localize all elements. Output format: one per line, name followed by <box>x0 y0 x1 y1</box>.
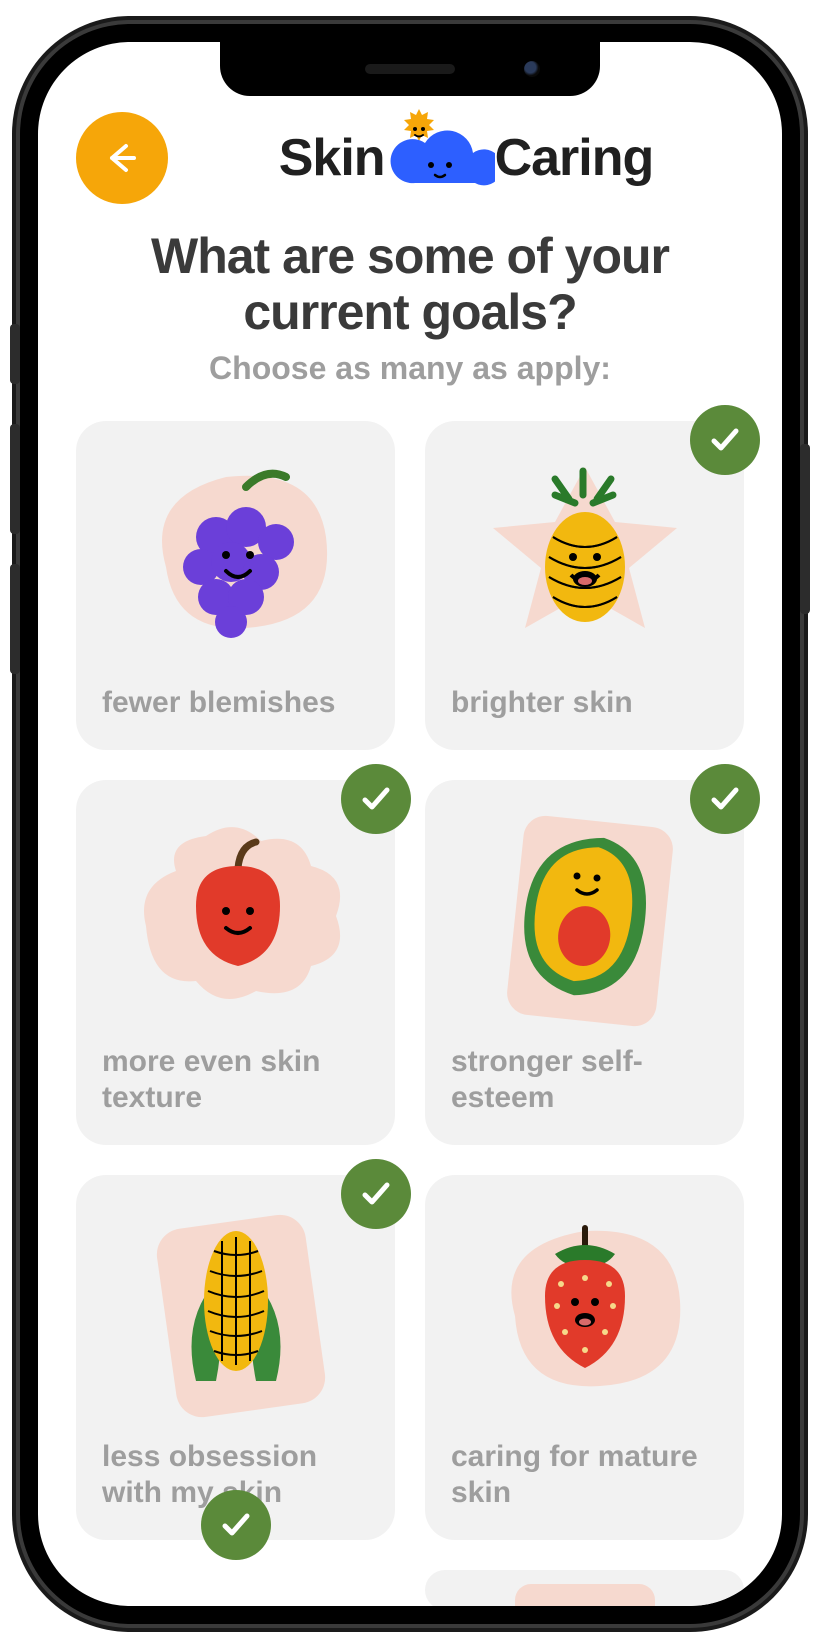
goal-label: caring for mature skin <box>451 1439 718 1510</box>
check-icon <box>690 405 760 475</box>
grapes-icon <box>102 447 369 667</box>
goal-label: more even skin texture <box>102 1044 369 1115</box>
goals-grid: fewer blemishes <box>76 421 744 1606</box>
logo-text-right: Caring <box>495 128 654 188</box>
goal-card-fewer-blemishes[interactable]: fewer blemishes <box>76 421 395 750</box>
check-icon <box>341 764 411 834</box>
goal-card-mature-skin[interactable]: caring for mature skin <box>425 1175 744 1540</box>
logo-illustration <box>385 123 495 193</box>
back-button[interactable] <box>76 112 168 204</box>
goal-label: stronger self-esteem <box>451 1044 718 1115</box>
app-header: Skin <box>76 112 744 204</box>
avocado-icon <box>451 806 718 1026</box>
app-logo: Skin <box>188 112 744 204</box>
question-subtext: Choose as many as apply: <box>76 350 744 387</box>
strawberry-icon <box>451 1201 718 1421</box>
device-notch <box>220 42 600 96</box>
check-icon <box>341 1159 411 1229</box>
apple-icon <box>102 806 369 1026</box>
goal-label: brighter skin <box>451 685 718 720</box>
goal-card-even-texture[interactable]: more even skin texture <box>76 780 395 1145</box>
goal-card-next[interactable] <box>425 1570 744 1606</box>
logo-text-left: Skin <box>279 128 385 188</box>
check-icon <box>690 764 760 834</box>
goal-card-brighter-skin[interactable]: brighter skin <box>425 421 744 750</box>
arrow-left-icon <box>102 138 142 178</box>
goal-label: fewer blemishes <box>102 685 369 720</box>
question-heading: What are some of your current goals? <box>76 228 744 340</box>
cloud-icon <box>385 127 495 193</box>
goal-card-less-obsession[interactable]: less obsession with my skin <box>76 1175 395 1540</box>
corn-icon <box>102 1201 369 1421</box>
check-icon <box>201 1490 271 1560</box>
pineapple-icon <box>451 447 718 667</box>
goal-card-self-esteem[interactable]: stronger self-esteem <box>425 780 744 1145</box>
